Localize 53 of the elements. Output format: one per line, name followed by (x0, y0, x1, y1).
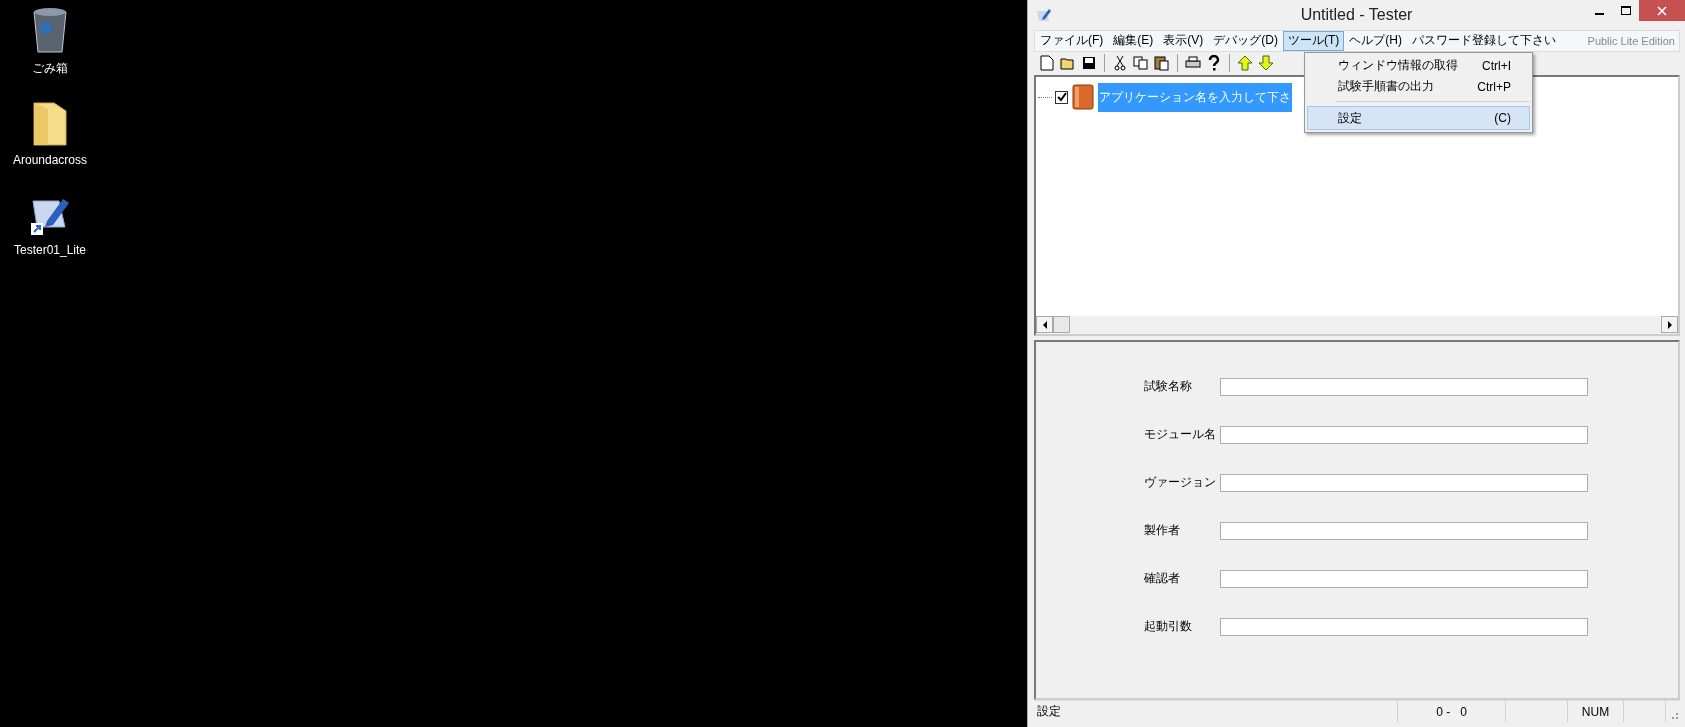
close-icon (1657, 5, 1667, 16)
input-field[interactable] (1220, 425, 1588, 444)
down-arrow-icon[interactable] (1257, 54, 1275, 73)
menu-item[interactable]: デバッグ(D) (1208, 30, 1283, 51)
status-text: 0 - 0 (1398, 701, 1506, 722)
shortcut-text: Ctrl+P (1477, 79, 1511, 94)
desktop-icon-label[interactable]: Tester01_Lite (13, 243, 86, 257)
copy-icon[interactable] (1132, 54, 1150, 73)
input-field[interactable] (1220, 569, 1588, 588)
input-field[interactable] (1220, 473, 1588, 492)
menu-item[interactable]: ファイル(F) (1035, 30, 1109, 51)
checkbox[interactable] (1055, 90, 1068, 104)
right-triangle-icon (1666, 320, 1673, 329)
desktop-icon-label[interactable]: ごみ箱 (32, 60, 68, 77)
shortcut-text: Ctrl+I (1482, 58, 1511, 73)
folder-icon (32, 101, 68, 147)
input-field[interactable] (1220, 521, 1588, 540)
field-label: ヴァージョン (1144, 474, 1217, 491)
menu-entry[interactable]: ウィンドウ情報の取得 (1338, 57, 1458, 74)
horizontal-scrollbar[interactable] (1036, 315, 1678, 334)
menu-item[interactable]: 表示(V) (1158, 30, 1209, 51)
document-pencil-icon (1036, 6, 1052, 23)
book-icon (1071, 83, 1095, 112)
status-text: 設定 (1034, 701, 1398, 722)
scroll-left-button[interactable] (1036, 316, 1053, 333)
edition-label: Public Lite Edition (1587, 34, 1676, 47)
field-label: 確認者 (1144, 570, 1181, 587)
scroll-thumb[interactable] (1053, 316, 1070, 333)
clipboard-icon[interactable] (1153, 54, 1171, 73)
left-triangle-icon (1041, 320, 1048, 329)
recycle-bin-icon (30, 6, 70, 54)
menu-item[interactable]: ツール(T) (1283, 30, 1345, 51)
new-file-icon[interactable] (1038, 54, 1056, 73)
field-label: 試験名称 (1144, 378, 1193, 395)
field-label: 製作者 (1144, 522, 1181, 539)
scissors-icon[interactable] (1111, 54, 1129, 73)
input-field[interactable] (1220, 377, 1588, 396)
desktop-icon-label[interactable]: Aroundacross (12, 153, 87, 167)
input-field[interactable] (1220, 617, 1588, 636)
field-label: 起動引数 (1144, 618, 1193, 635)
field-label: モジュール名 (1144, 426, 1217, 443)
shortcut-text: (C) (1494, 111, 1511, 125)
maximize-icon (1621, 5, 1631, 16)
menu-item[interactable]: パスワード登録して下さい (1407, 30, 1561, 51)
up-arrow-icon[interactable] (1236, 54, 1254, 73)
minimize-icon (1595, 12, 1605, 15)
status-text: NUM (1568, 701, 1624, 722)
menu-entry[interactable]: 設定 (1338, 109, 1362, 127)
menu-item[interactable]: 編集(E) (1108, 30, 1159, 51)
scroll-right-button[interactable] (1661, 316, 1678, 333)
menu-item[interactable]: ヘルプ(H) (1344, 30, 1407, 51)
window-title: Untitled - Tester (1299, 5, 1414, 24)
menu-entry[interactable]: 試験手順書の出力 (1338, 78, 1434, 95)
